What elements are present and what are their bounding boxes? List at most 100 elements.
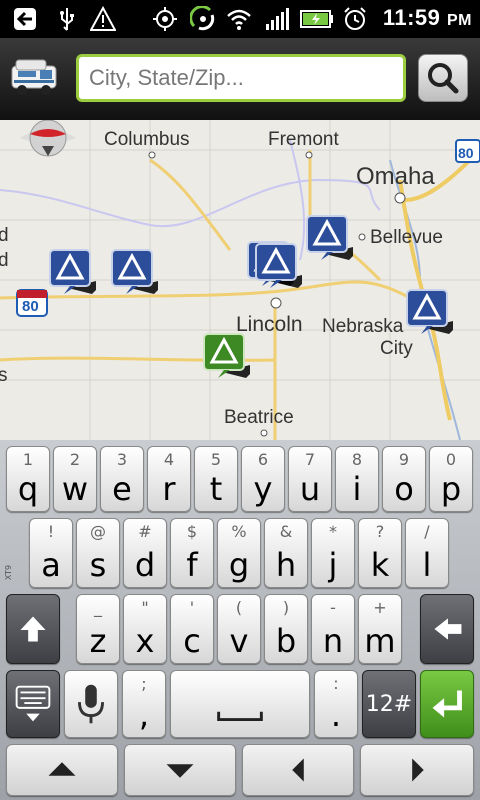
key-alt: ; — [141, 674, 147, 693]
key-comma[interactable]: ;, — [122, 670, 166, 738]
key-alt: : — [333, 674, 339, 693]
key-x[interactable]: " x — [123, 594, 167, 664]
campground-pin[interactable] — [110, 248, 158, 296]
search-toolbar — [0, 38, 480, 120]
key-label: v — [229, 622, 249, 660]
map-label-nebraska: Nebraska — [322, 316, 404, 337]
key-alt: _ — [94, 598, 102, 617]
key-g[interactable]: % g — [217, 518, 261, 588]
key-label: l — [422, 546, 432, 584]
microphone-icon — [78, 684, 104, 724]
key-v[interactable]: (v — [217, 594, 261, 664]
arrow-down-key[interactable] — [124, 744, 236, 796]
key-label: x — [135, 622, 155, 660]
symbols-key-label: 12# — [365, 692, 413, 717]
key-label: e — [112, 470, 132, 508]
key-w[interactable]: 2w — [53, 446, 97, 512]
campground-pin[interactable] — [305, 214, 353, 262]
arrow-down-icon — [166, 764, 194, 778]
key-b[interactable]: ) b — [264, 594, 308, 664]
key-label: b — [275, 622, 297, 660]
key-j[interactable]: * j — [311, 518, 355, 588]
key-alt: + — [373, 598, 387, 617]
arrow-up-key[interactable] — [6, 744, 118, 796]
sync-icon — [190, 6, 215, 31]
key-period[interactable]: :. — [314, 670, 358, 738]
key-p[interactable]: 0p — [429, 446, 473, 512]
key-alt: @ — [90, 522, 106, 541]
clock-time: 11:59 — [382, 5, 441, 30]
key-h[interactable]: & h — [264, 518, 308, 588]
key-n[interactable]: -n — [311, 594, 355, 664]
key-label: i — [352, 470, 362, 508]
key-label: w — [61, 470, 89, 508]
campground-pin[interactable] — [48, 248, 96, 296]
key-alt: 8 — [351, 450, 363, 469]
key-label: k — [370, 546, 390, 584]
campground-pin[interactable] — [254, 242, 302, 290]
rv-icon[interactable] — [10, 56, 62, 100]
key-q[interactable]: 1q — [6, 446, 50, 512]
enter-key[interactable] — [420, 670, 474, 738]
map-view[interactable]: Columbus Fremont Omaha Bellevue Lincoln … — [0, 120, 480, 440]
arrow-left-key[interactable] — [242, 744, 354, 796]
map-label-bellevue: Bellevue — [370, 227, 443, 248]
key-label: f — [186, 546, 198, 584]
key-l[interactable]: / l — [405, 518, 449, 588]
key-e[interactable]: 3e — [100, 446, 144, 512]
key-alt: ' — [189, 598, 195, 617]
campground-pin-selected[interactable] — [202, 332, 250, 380]
key-alt: # — [138, 522, 152, 541]
key-k[interactable]: ? k — [358, 518, 402, 588]
arrow-right-key[interactable] — [360, 744, 474, 796]
key-f[interactable]: $ f — [170, 518, 214, 588]
key-a[interactable]: ! a — [29, 518, 73, 588]
arrow-right-icon — [412, 758, 424, 782]
key-alt: 6 — [257, 450, 269, 469]
usb-icon — [60, 8, 74, 31]
voice-input-key[interactable] — [64, 670, 118, 738]
warning-icon — [90, 6, 116, 31]
search-button[interactable] — [418, 54, 468, 102]
key-label: o — [394, 470, 414, 508]
map-label-partial-3: s — [0, 365, 8, 386]
key-label: s — [89, 546, 107, 584]
key-alt: " — [141, 598, 149, 617]
key-label: t — [209, 470, 223, 508]
key-label: c — [183, 622, 201, 660]
key-label: u — [299, 470, 321, 508]
key-alt: / — [424, 522, 430, 541]
space-key[interactable] — [170, 670, 310, 738]
key-t[interactable]: 5t — [194, 446, 238, 512]
key-label: p — [440, 470, 462, 508]
key-alt: 9 — [398, 450, 410, 469]
soft-keyboard: 1q 2w 3e 4r 5t 6y 7u 8i 9o 0p ! a @ s # d $… — [0, 440, 480, 800]
search-icon — [428, 63, 459, 94]
key-label: , — [138, 696, 150, 734]
key-i[interactable]: 8i — [335, 446, 379, 512]
key-r[interactable]: 4r — [147, 446, 191, 512]
key-alt: ( — [235, 598, 243, 617]
key-s[interactable]: @ s — [76, 518, 120, 588]
gps-icon — [153, 7, 177, 31]
key-alt: ) — [282, 598, 290, 617]
map-label-partial-2: d — [0, 250, 9, 271]
key-u[interactable]: 7u — [288, 446, 332, 512]
campground-pin[interactable] — [405, 288, 453, 336]
key-alt: 3 — [116, 450, 128, 469]
shift-key[interactable] — [6, 594, 60, 664]
search-input[interactable] — [76, 54, 406, 102]
key-m[interactable]: + m — [358, 594, 402, 664]
symbols-key[interactable]: 12# — [362, 670, 416, 738]
key-z[interactable]: _ z — [76, 594, 120, 664]
key-label: g — [228, 546, 250, 584]
keyboard-hide-key[interactable] — [6, 670, 60, 738]
key-c[interactable]: ' c — [170, 594, 214, 664]
key-alt: - — [330, 598, 336, 617]
key-y[interactable]: 6y — [241, 446, 285, 512]
key-d[interactable]: # d — [123, 518, 167, 588]
key-label: d — [134, 546, 156, 584]
backspace-key[interactable] — [420, 594, 474, 664]
key-o[interactable]: 9o — [382, 446, 426, 512]
space-icon — [217, 711, 263, 721]
